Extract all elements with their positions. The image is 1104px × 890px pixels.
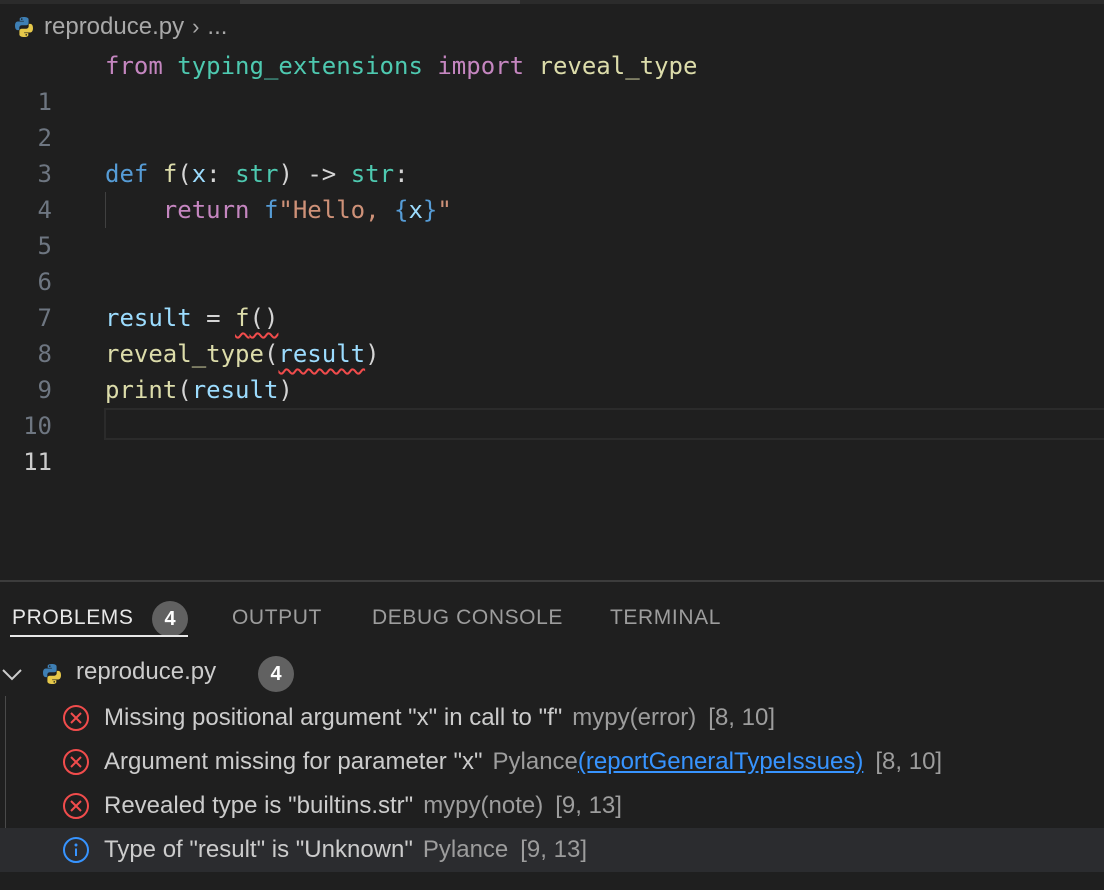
token: " xyxy=(437,196,452,224)
problem-message: Type of "result" is "Unknown" xyxy=(104,836,413,863)
code-line-10[interactable]: 10 print(result) xyxy=(0,372,1104,440)
tab-label: DEBUG CONSOLE xyxy=(372,606,564,629)
token: reveal_type xyxy=(538,52,698,80)
tab-label: OUTPUT xyxy=(232,606,322,629)
tab-label: PROBLEMS xyxy=(12,606,134,629)
code-line-7[interactable]: 7 xyxy=(0,264,1104,332)
breadcrumb-rest[interactable]: ... xyxy=(207,13,227,41)
problem-item-selected[interactable]: Type of "result" is "Unknown" Pylance [9, … xyxy=(0,828,1104,872)
tab-terminal[interactable]: TERMINAL xyxy=(610,598,721,640)
code-line-9[interactable]: 9 reveal_type(result) xyxy=(0,336,1104,404)
problem-message: Missing positional argument "x" in call … xyxy=(104,704,563,731)
token: ( xyxy=(177,376,192,404)
tab-debug-console[interactable]: DEBUG CONSOLE xyxy=(372,598,563,640)
problem-position: [9, 13] xyxy=(555,792,622,819)
code-line-5[interactable]: 5 return f"Hello, {x}" xyxy=(0,192,1104,260)
token: result xyxy=(278,340,366,368)
breadcrumb-separator-icon: › xyxy=(192,14,200,39)
error-icon xyxy=(63,793,89,819)
file-problems-count-badge: 4 xyxy=(258,656,294,692)
code-line-8[interactable]: 8 result = f() xyxy=(0,300,1104,368)
problem-item[interactable]: Argument missing for parameter "x" Pylanc… xyxy=(0,740,1104,784)
active-tab-indicator xyxy=(10,635,188,637)
token: ) xyxy=(365,340,380,368)
token: ) xyxy=(278,376,293,404)
token: "Hello, xyxy=(278,196,394,224)
error-icon xyxy=(63,705,89,731)
token: result xyxy=(105,304,192,332)
token: f xyxy=(263,196,279,224)
error-icon xyxy=(63,749,89,775)
problem-message: Argument missing for parameter "x" xyxy=(104,748,483,775)
problem-item[interactable]: Revealed type is "builtins.str" mypy(note… xyxy=(0,784,1104,828)
token: str xyxy=(350,160,395,188)
token: str xyxy=(235,160,279,188)
token: () xyxy=(249,304,279,332)
token: = xyxy=(206,304,221,332)
code-editor[interactable]: 1 from typing_extensions import reveal_t… xyxy=(0,48,1104,580)
token: { xyxy=(394,196,409,224)
chevron-down-icon[interactable] xyxy=(0,662,24,686)
token: def xyxy=(105,160,149,188)
breadcrumb[interactable]: reproduce.py › ... xyxy=(12,10,227,44)
token: : xyxy=(206,160,221,188)
problem-item[interactable]: Missing positional argument "x" in call … xyxy=(0,696,1104,740)
line-number: 11 xyxy=(23,448,52,476)
problem-source: mypy(error) xyxy=(572,704,697,731)
problems-file-name: reproduce.py xyxy=(76,658,217,685)
breadcrumb-file[interactable]: reproduce.py xyxy=(44,13,184,41)
problems-file-group[interactable]: reproduce.py 4 xyxy=(0,652,1104,696)
code-line-6[interactable]: 6 xyxy=(0,228,1104,296)
token: typing_extensions xyxy=(177,52,423,80)
token: from xyxy=(105,52,163,80)
code-line-3[interactable]: 3 xyxy=(0,120,1104,188)
problem-source: Pylance xyxy=(492,748,578,775)
token: ( xyxy=(263,340,279,368)
token: ) xyxy=(278,160,293,188)
code-line-11[interactable]: 11 xyxy=(0,408,1104,476)
token: reveal_type xyxy=(105,340,264,368)
code-line-4[interactable]: 4 def f(x: str) -> str: xyxy=(0,156,1104,224)
problem-message: Revealed type is "builtins.str" xyxy=(104,792,414,819)
token: ( xyxy=(177,160,192,188)
token: : xyxy=(394,160,409,188)
tab-problems[interactable]: PROBLEMS 4 xyxy=(12,598,188,640)
token: return xyxy=(162,196,250,224)
token: result xyxy=(191,376,279,404)
code-line-1[interactable]: 1 from typing_extensions import reveal_t… xyxy=(0,48,1104,116)
token: x xyxy=(191,160,207,188)
code-line-2[interactable]: 2 xyxy=(0,84,1104,152)
problem-source: mypy(note) xyxy=(423,792,544,819)
bottom-panel: PROBLEMS 4 OUTPUT DEBUG CONSOLE TERMINAL… xyxy=(0,582,1104,890)
info-icon xyxy=(63,837,89,863)
token: x xyxy=(408,196,423,224)
token: f xyxy=(235,304,250,332)
token: f xyxy=(162,160,178,188)
problem-source: Pylance xyxy=(422,836,509,863)
tab-output[interactable]: OUTPUT xyxy=(232,598,322,640)
rule-link[interactable]: (reportGeneralTypeIssues) xyxy=(578,748,863,775)
python-file-icon xyxy=(43,664,61,684)
token: print xyxy=(105,376,178,404)
problem-position: [8, 10] xyxy=(875,748,943,775)
problem-position: [9, 13] xyxy=(520,836,587,863)
tab-label: TERMINAL xyxy=(610,606,721,629)
top-border xyxy=(0,0,1104,4)
token: } xyxy=(422,196,438,224)
problems-count-badge: 4 xyxy=(152,601,188,637)
python-file-icon xyxy=(15,17,33,37)
token: import xyxy=(437,52,525,80)
problem-position: [8, 10] xyxy=(708,704,775,731)
token: -> xyxy=(307,160,337,188)
